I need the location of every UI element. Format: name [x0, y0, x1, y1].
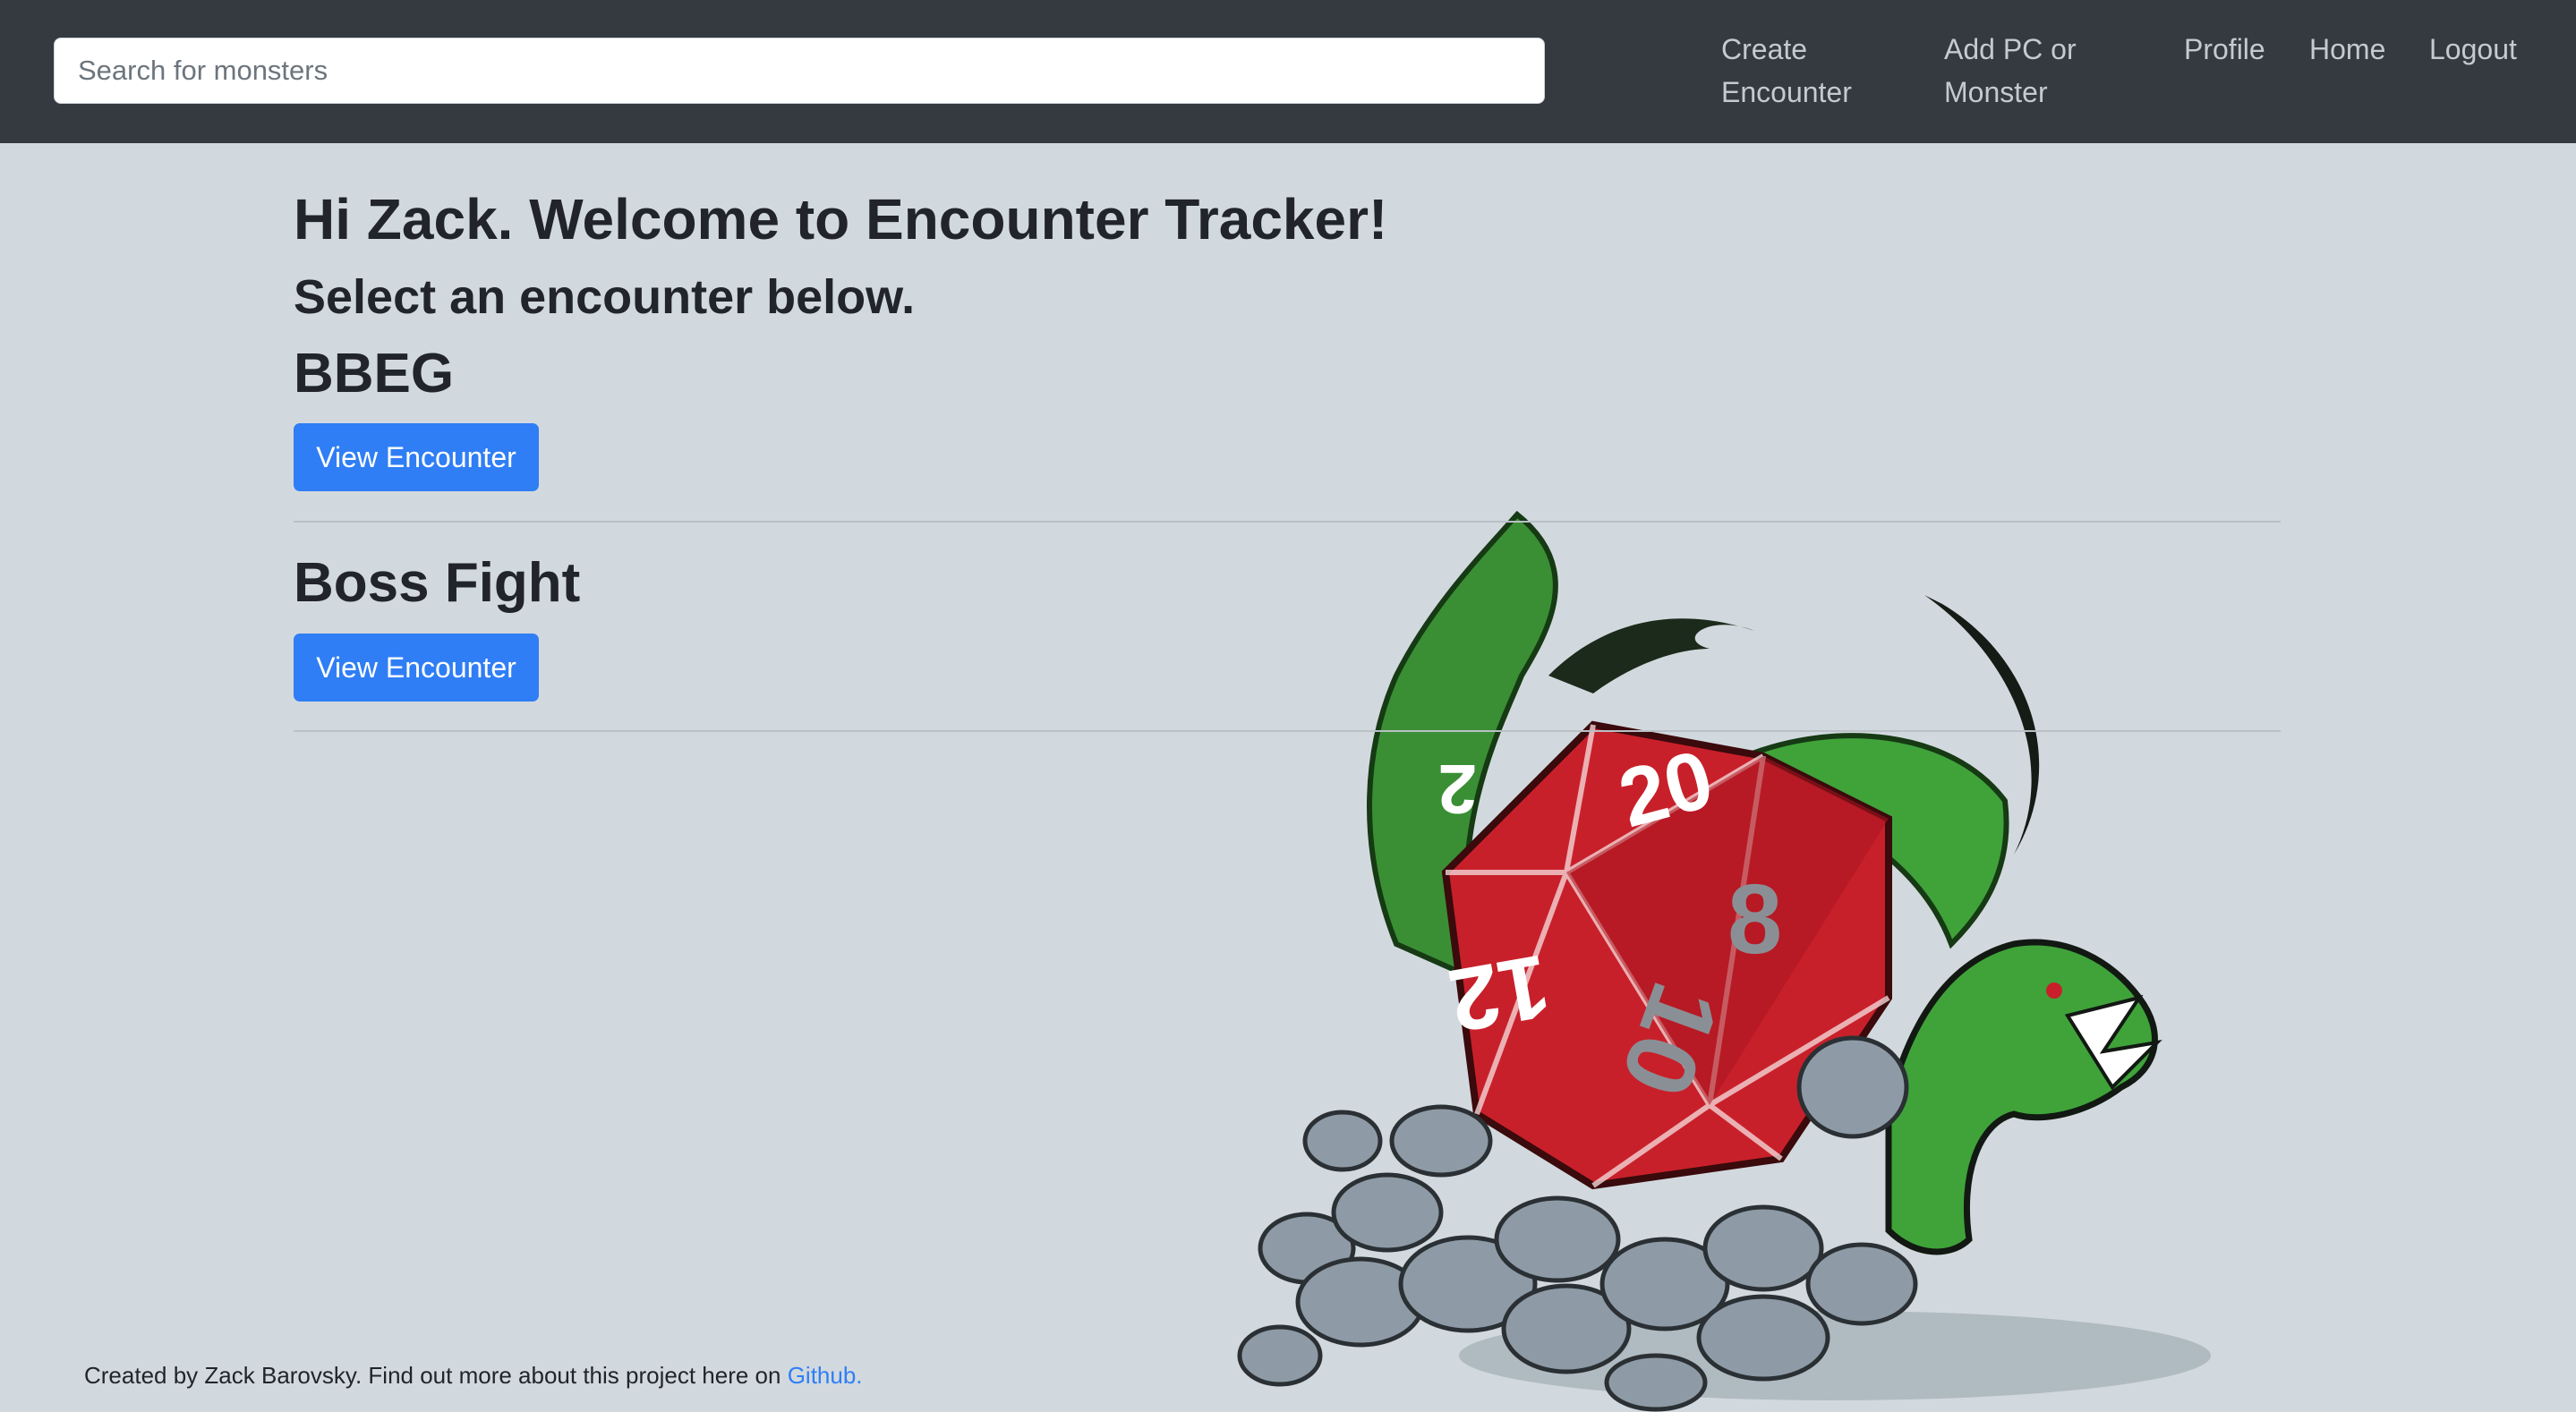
encounter-title: Boss Fight [294, 552, 581, 614]
footer: Created by Zack Barovsky. Find out more … [84, 1362, 863, 1390]
svg-text:8: 8 [1727, 864, 1782, 974]
footer-text: Created by Zack Barovsky. Find out more … [84, 1362, 788, 1389]
svg-text:12: 12 [1442, 935, 1557, 1051]
encounter-title: BBEG [294, 343, 455, 404]
encounter-divider [294, 730, 2281, 732]
dragon-d20-illustration: 20 2 12 8 10 [1237, 510, 2211, 1412]
encounter-divider [294, 521, 2281, 523]
github-link[interactable]: Github. [788, 1362, 863, 1389]
navbar: Create Encounter Add PC or Monster Profi… [0, 0, 2576, 143]
nav-profile[interactable]: Profile [2184, 28, 2265, 71]
search-input[interactable] [54, 38, 1545, 104]
view-encounter-button[interactable]: View Encounter [294, 634, 539, 702]
nav-logout[interactable]: Logout [2429, 28, 2517, 71]
nav-create-encounter[interactable]: Create Encounter [1721, 28, 1882, 114]
welcome-heading: Hi Zack. Welcome to Encounter Tracker! [294, 187, 1388, 251]
select-encounter-heading: Select an encounter below. [294, 270, 916, 324]
nav-add-pc-or-monster[interactable]: Add PC or Monster [1944, 28, 2123, 114]
view-encounter-button[interactable]: View Encounter [294, 423, 539, 491]
nav-home[interactable]: Home [2309, 28, 2385, 71]
svg-text:2: 2 [1438, 750, 1477, 829]
